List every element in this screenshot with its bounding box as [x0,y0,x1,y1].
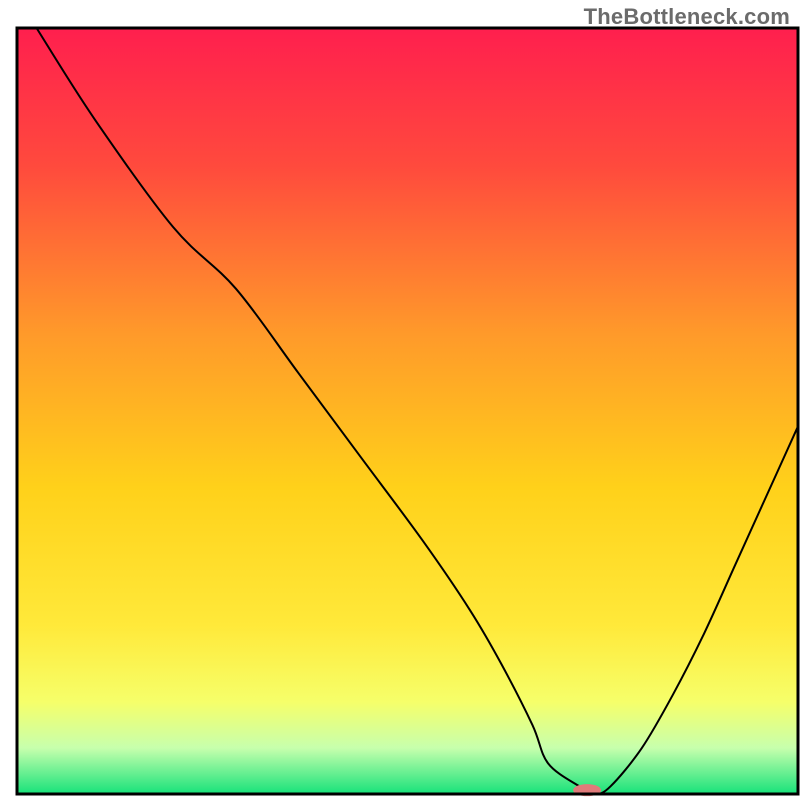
bottleneck-chart [0,0,800,800]
watermark-text: TheBottleneck.com [584,4,790,30]
